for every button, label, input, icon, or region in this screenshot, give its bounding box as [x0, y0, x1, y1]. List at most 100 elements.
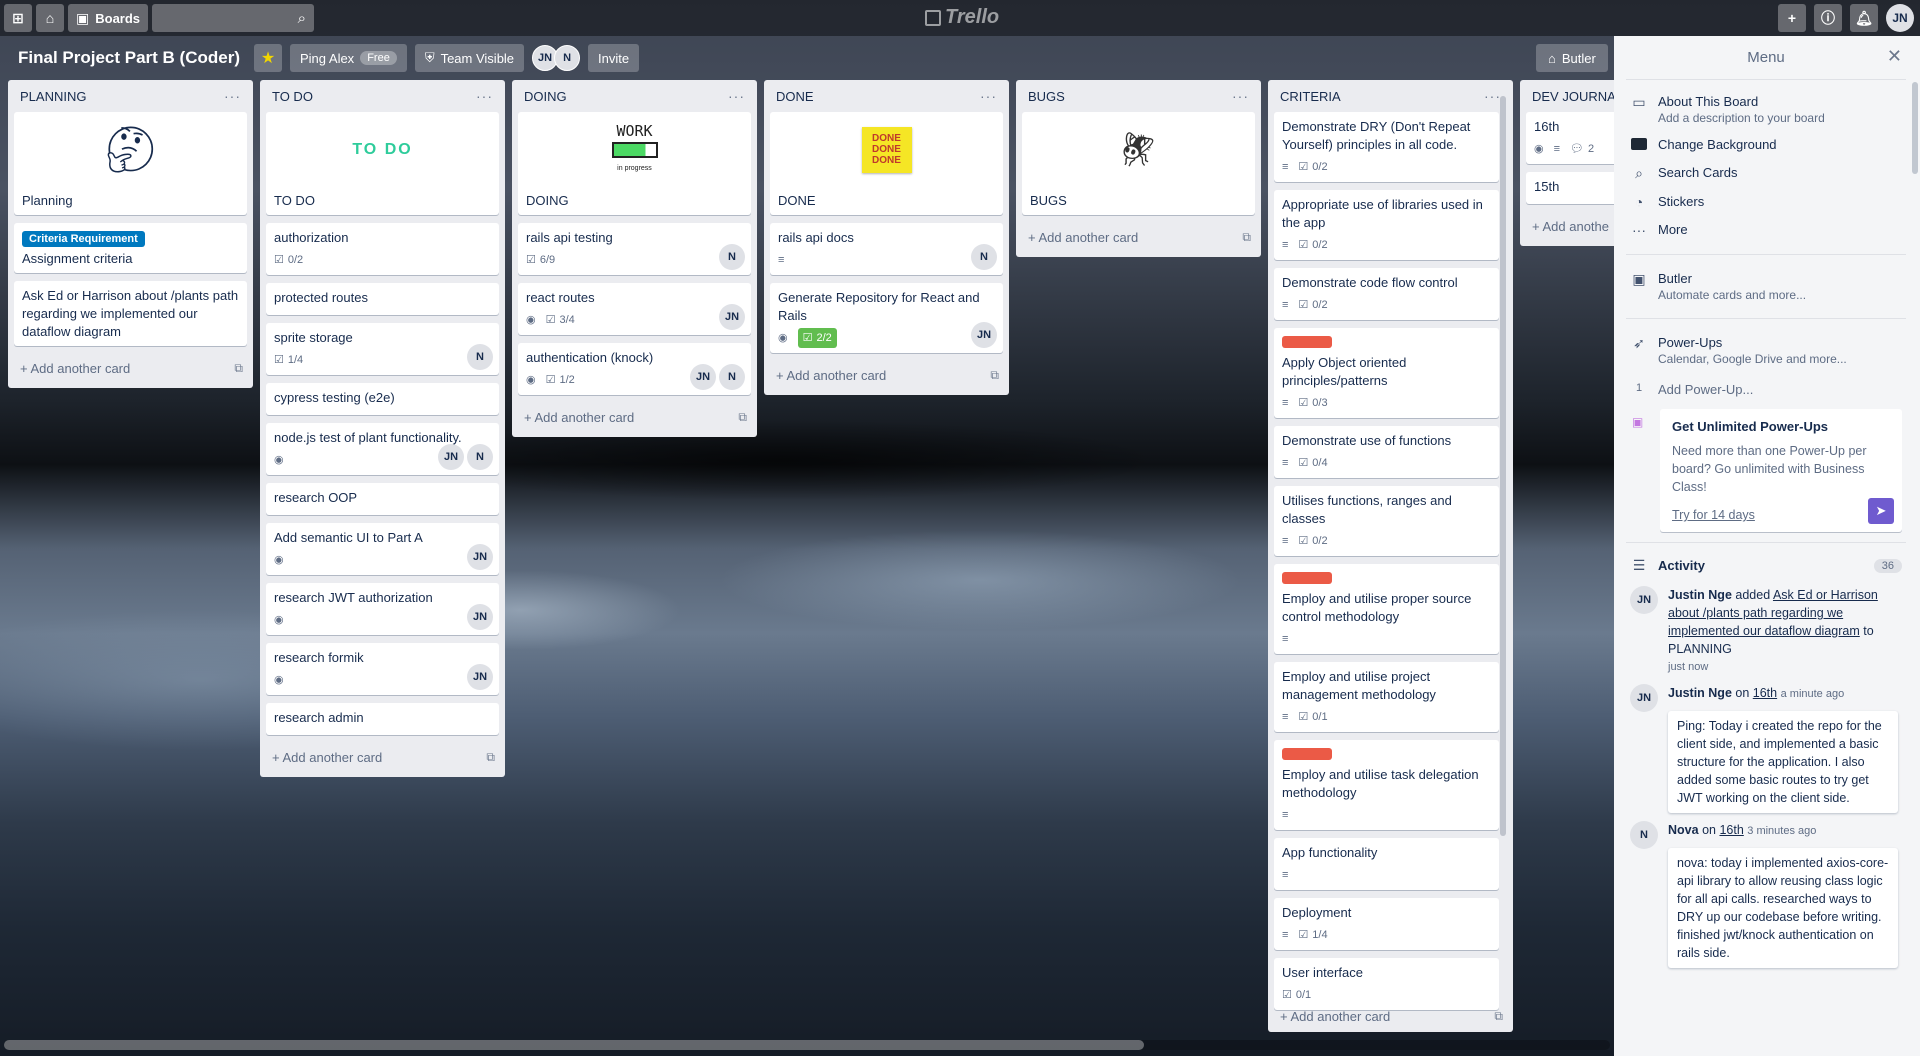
- card[interactable]: research admin: [266, 703, 499, 735]
- trello-logo[interactable]: Trello: [925, 6, 999, 29]
- board-member-avatar[interactable]: N: [554, 45, 581, 71]
- card[interactable]: Deployment ≡ ☑ 1/4: [1274, 898, 1499, 950]
- add-power-up-item[interactable]: 1 Add Power-Up...: [1626, 376, 1906, 403]
- card-template-icon[interactable]: ⧉: [1494, 1009, 1503, 1024]
- card-template-icon[interactable]: ⧉: [1242, 230, 1251, 245]
- trial-link[interactable]: Try for 14 days: [1672, 508, 1890, 522]
- card[interactable]: App functionality ≡: [1274, 838, 1499, 890]
- list-title[interactable]: PLANNING: [20, 89, 86, 104]
- member-avatar[interactable]: N: [971, 244, 997, 270]
- close-icon[interactable]: ✕: [1887, 46, 1902, 67]
- add-card-button[interactable]: + Add another card ⧉: [1022, 223, 1255, 251]
- list-menu-icon[interactable]: ···: [980, 88, 997, 104]
- butler-item[interactable]: ▣ Butler Automate cards and more...: [1626, 265, 1906, 308]
- stickers-item[interactable]: ◔ Stickers: [1626, 188, 1906, 216]
- member-avatar[interactable]: JN: [719, 304, 745, 330]
- card[interactable]: 🪰︎ BUGS: [1022, 112, 1255, 215]
- activity-card-link[interactable]: 16th: [1719, 823, 1743, 837]
- activity-user[interactable]: Justin Nge: [1668, 686, 1732, 700]
- card[interactable]: Criteria Requirement Assignment criteria: [14, 223, 247, 273]
- card[interactable]: Employ and utilise proper source control…: [1274, 564, 1499, 654]
- list-menu-icon[interactable]: ···: [1232, 88, 1249, 104]
- list-menu-icon[interactable]: ···: [224, 88, 241, 104]
- card[interactable]: research OOP: [266, 483, 499, 515]
- card-template-icon[interactable]: ⧉: [738, 410, 747, 425]
- member-avatar[interactable]: JN: [467, 604, 493, 630]
- board-title[interactable]: Final Project Part B (Coder): [18, 48, 240, 68]
- add-card-button[interactable]: + Add another card ⧉: [518, 403, 751, 431]
- card[interactable]: Demonstrate use of functions ≡ ☑ 0/4: [1274, 426, 1499, 478]
- activity-user[interactable]: Justin Nge: [1668, 588, 1732, 602]
- team-button[interactable]: Ping Alex Free: [289, 44, 407, 72]
- card[interactable]: Demonstrate DRY (Don't Repeat Yourself) …: [1274, 112, 1499, 182]
- card[interactable]: Employ and utilise project management me…: [1274, 662, 1499, 732]
- member-avatar[interactable]: JN: [971, 322, 997, 348]
- change-background-item[interactable]: Change Background: [1626, 131, 1906, 159]
- more-item[interactable]: ··· More: [1626, 216, 1906, 244]
- search-cards-item[interactable]: ⌕ Search Cards: [1626, 159, 1906, 188]
- member-avatar[interactable]: JN: [467, 664, 493, 690]
- card[interactable]: protected routes: [266, 283, 499, 315]
- card-template-icon[interactable]: ⧉: [486, 750, 495, 765]
- card[interactable]: 16th ◉ ≡ 💬︎ 2: [1526, 112, 1614, 164]
- user-avatar[interactable]: JN: [1886, 4, 1914, 32]
- list-menu-icon[interactable]: ···: [476, 88, 493, 104]
- menu-scrollbar[interactable]: [1912, 82, 1918, 174]
- add-card-button[interactable]: + Add anothe: [1526, 212, 1614, 240]
- add-card-button[interactable]: + Add another card ⧉: [266, 743, 499, 771]
- list-scrollbar[interactable]: [1500, 96, 1506, 836]
- activity-user[interactable]: Nova: [1668, 823, 1699, 837]
- card[interactable]: 🤔︎ Planning: [14, 112, 247, 215]
- create-plus-icon[interactable]: +: [1778, 4, 1806, 32]
- card[interactable]: TO DO TO DO: [266, 112, 499, 215]
- notification-bell-icon[interactable]: 🔔︎: [1850, 4, 1878, 32]
- member-avatar[interactable]: N: [1630, 821, 1658, 849]
- add-card-button[interactable]: + Add another card ⧉: [1274, 1002, 1507, 1030]
- card[interactable]: WORK in progress DOING: [518, 112, 751, 215]
- card[interactable]: Employ and utilise task delegation metho…: [1274, 740, 1499, 830]
- member-avatar[interactable]: N: [467, 444, 493, 470]
- about-board-item[interactable]: ▭ About This Board Add a description to y…: [1626, 88, 1906, 131]
- card[interactable]: Ask Ed or Harrison about /plants path re…: [14, 281, 247, 346]
- member-avatar[interactable]: JN: [467, 544, 493, 570]
- card[interactable]: Add semantic UI to Part A ◉ JN: [266, 523, 499, 575]
- card[interactable]: rails api docs ≡ N: [770, 223, 1003, 275]
- scrollbar-thumb[interactable]: [4, 1040, 1144, 1050]
- butler-button[interactable]: ⌂ Butler: [1536, 44, 1608, 72]
- star-icon[interactable]: ★: [253, 44, 282, 72]
- card[interactable]: react routes ◉ ☑ 3/4 JN: [518, 283, 751, 335]
- activity-time[interactable]: 3 minutes ago: [1747, 825, 1816, 837]
- list-title[interactable]: DEV JOURNAL: [1532, 89, 1614, 104]
- card[interactable]: Utilises functions, ranges and classes ≡…: [1274, 486, 1499, 556]
- list-title[interactable]: TO DO: [272, 89, 313, 104]
- list-menu-icon[interactable]: ···: [728, 88, 745, 104]
- list-menu-icon[interactable]: ···: [1484, 88, 1501, 104]
- member-avatar[interactable]: JN: [438, 444, 464, 470]
- member-avatar[interactable]: N: [467, 344, 493, 370]
- member-avatar[interactable]: JN: [690, 364, 716, 390]
- activity-time[interactable]: just now: [1668, 658, 1902, 676]
- board-horizontal-scrollbar[interactable]: [4, 1040, 1610, 1050]
- card[interactable]: authentication (knock) ◉ ☑ 1/2 JN N: [518, 343, 751, 395]
- member-avatar[interactable]: JN: [1630, 586, 1658, 614]
- power-ups-item[interactable]: ➶ Power-Ups Calendar, Google Drive and mo…: [1626, 329, 1906, 372]
- card[interactable]: Demonstrate code flow control ≡ ☑ 0/2: [1274, 268, 1499, 320]
- member-avatar[interactable]: N: [719, 244, 745, 270]
- apps-grid-icon[interactable]: ⊞: [4, 4, 32, 32]
- activity-card-link[interactable]: 16th: [1753, 686, 1777, 700]
- send-paper-plane-icon[interactable]: ➤: [1868, 498, 1894, 524]
- invite-button[interactable]: Invite: [588, 44, 640, 72]
- member-avatar[interactable]: JN: [1630, 684, 1658, 712]
- info-icon[interactable]: ⓘ: [1814, 4, 1842, 32]
- list-title[interactable]: DOING: [524, 89, 567, 104]
- add-card-button[interactable]: + Add another card ⧉: [770, 361, 1003, 389]
- add-card-button[interactable]: + Add another card ⧉: [14, 354, 247, 382]
- card[interactable]: node.js test of plant functionality. ◉ J…: [266, 423, 499, 475]
- card[interactable]: rails api testing ☑ 6/9 N: [518, 223, 751, 275]
- card[interactable]: Apply Object oriented principles/pattern…: [1274, 328, 1499, 418]
- card[interactable]: 15th: [1526, 172, 1614, 204]
- card[interactable]: Generate Repository for React and Rails …: [770, 283, 1003, 353]
- card[interactable]: sprite storage ☑ 1/4 N: [266, 323, 499, 375]
- boards-button[interactable]: ▣ Boards: [68, 4, 149, 32]
- card[interactable]: authorization ☑ 0/2: [266, 223, 499, 275]
